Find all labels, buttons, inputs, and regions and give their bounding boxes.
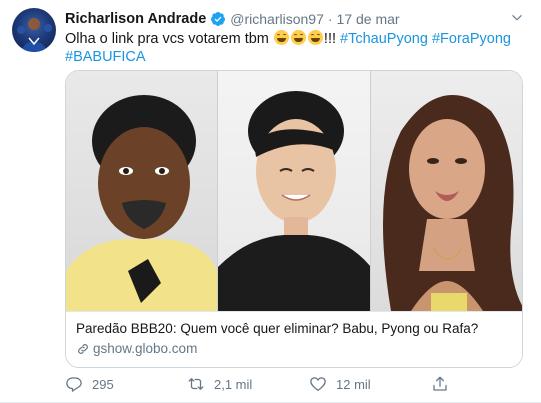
card-photo-babu: [66, 71, 217, 311]
retweet-icon: [188, 378, 204, 390]
grinning-face-icon: [290, 30, 306, 45]
card-photo-pyong: [217, 71, 370, 311]
card-image[interactable]: [66, 71, 522, 311]
like-button[interactable]: 12 mil: [309, 374, 371, 394]
tweet-text-prefix: Olha o link pra vcs votarem tbm: [65, 31, 273, 47]
like-count: 12 mil: [336, 376, 371, 392]
card-domain[interactable]: gshow.globo.com: [76, 341, 514, 356]
card-title[interactable]: Paredão BBB20: Quem você quer eliminar? …: [76, 320, 514, 338]
reply-icon: [66, 377, 82, 392]
link-icon: [76, 342, 90, 356]
grinning-face-icon: [273, 30, 289, 45]
link-card[interactable]: Paredão BBB20: Quem você quer eliminar? …: [65, 70, 523, 368]
tweet-header: Richarlison Andrade @richarlison97 · 17 …: [65, 10, 400, 28]
tweet-actions: 295 2,1 mil 12 mil: [65, 374, 465, 394]
tweet-text-suffix: !!!: [323, 31, 341, 47]
verified-badge-icon: [210, 11, 226, 27]
card-photo-rafa: [370, 71, 522, 311]
share-button[interactable]: [431, 374, 458, 394]
tweet-date[interactable]: 17 de mar: [337, 11, 400, 27]
like-icon: [310, 377, 326, 392]
hashtag-link[interactable]: #ForaPyong: [432, 31, 511, 47]
card-domain-text: gshow.globo.com: [93, 341, 198, 356]
hashtag-link[interactable]: #TchauPyong: [340, 31, 428, 47]
card-body[interactable]: Paredão BBB20: Quem você quer eliminar? …: [66, 311, 522, 367]
reply-count: 295: [92, 376, 114, 392]
grinning-face-icon: [307, 30, 323, 45]
chevron-down-icon[interactable]: [508, 9, 526, 27]
avatar[interactable]: [12, 8, 56, 52]
retweet-count: 2,1 mil: [214, 376, 253, 392]
retweet-button[interactable]: 2,1 mil: [187, 374, 252, 394]
author-name[interactable]: Richarlison Andrade: [65, 11, 206, 27]
header-separator: ·: [327, 11, 333, 27]
share-icon: [433, 376, 447, 391]
hashtag-link[interactable]: #BABUFICA: [65, 49, 146, 65]
author-handle[interactable]: @richarlison97: [230, 11, 324, 27]
tweet[interactable]: Richarlison Andrade @richarlison97 · 17 …: [0, 0, 541, 403]
reply-button[interactable]: 295: [65, 374, 114, 394]
tweet-text: Olha o link pra vcs votarem tbm !!! #Tch…: [65, 30, 525, 66]
